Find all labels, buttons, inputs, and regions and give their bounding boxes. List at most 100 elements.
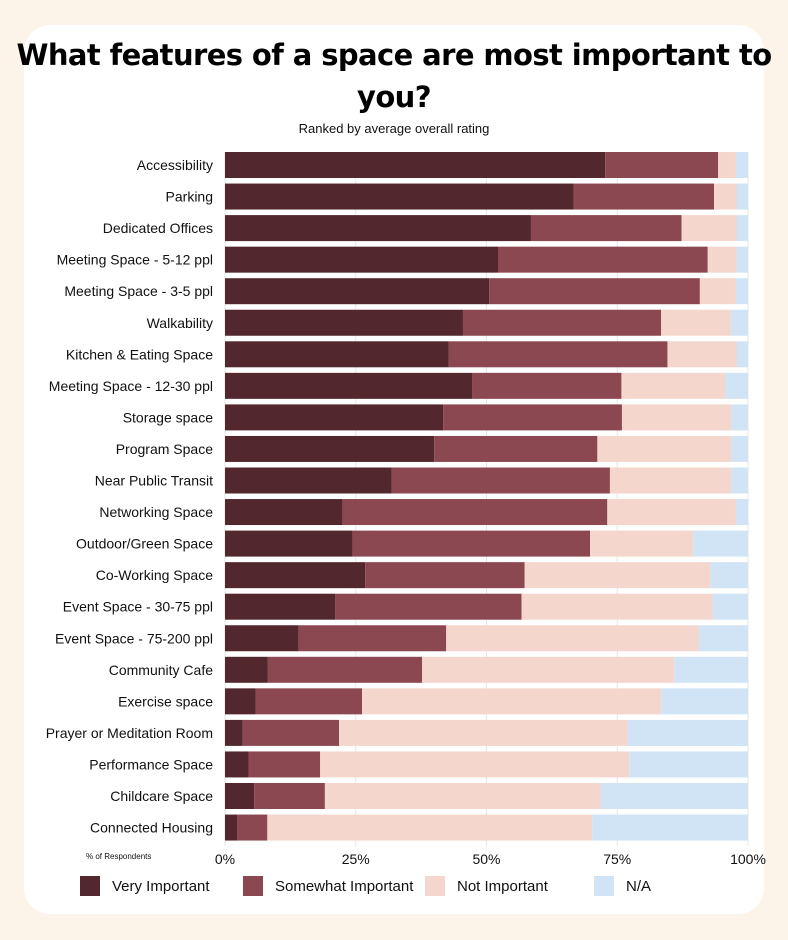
x-tick-label: 25% (342, 851, 370, 867)
bar-segment (681, 215, 738, 242)
bar-segment (248, 751, 321, 778)
bar-segment (255, 688, 363, 715)
bar-segment (661, 309, 731, 336)
category-label: Co-Working Space (96, 567, 213, 583)
bar-segment (298, 625, 447, 652)
category-label: Connected Housing (90, 820, 213, 836)
bar-segment (267, 814, 593, 841)
bar-segment (730, 309, 748, 336)
bar-segment (225, 688, 256, 715)
category-label: Accessibility (137, 157, 213, 173)
bar-segment (225, 562, 366, 589)
bar-segment (735, 499, 748, 526)
bar-segment (446, 625, 699, 652)
legend-swatch (594, 876, 614, 896)
bar-segment (731, 435, 748, 462)
category-label: Prayer or Meditation Room (46, 725, 213, 741)
bar-segment (714, 183, 738, 210)
stacked-bar-chart: Accessibility Parking Dedicated Offices Mee… (46, 152, 766, 867)
bar-segment (324, 783, 602, 809)
bar-segment (621, 404, 732, 431)
category-label: Meeting Space - 3-5 ppl (64, 283, 213, 299)
bar-segment (707, 246, 737, 273)
bar-segment (242, 719, 340, 746)
bar-segment (674, 656, 748, 683)
bar-segment (225, 783, 255, 809)
bar-segment (667, 341, 738, 368)
bar-segment (462, 309, 662, 336)
legend-swatch (80, 876, 100, 896)
x-tick-label: 75% (603, 851, 631, 867)
bar-segment (737, 183, 748, 210)
bar-segment (225, 530, 353, 557)
bar-segment (391, 467, 610, 494)
bar-segment (448, 341, 668, 368)
bar-segment (422, 656, 675, 683)
bar-segment (724, 372, 748, 399)
bar-segment (712, 593, 748, 620)
bar-segment (661, 688, 748, 715)
bar-segment (225, 183, 574, 210)
bar-segment (237, 814, 268, 841)
bar-segment (225, 435, 435, 462)
category-label: Event Space - 75-200 ppl (55, 630, 213, 646)
category-label: Meeting Space - 12-30 ppl (49, 378, 213, 394)
bar-segment (609, 467, 732, 494)
category-label: Meeting Space - 5-12 ppl (57, 252, 213, 268)
legend-item-not-important: Not Important (425, 876, 548, 896)
bar-segment (698, 625, 748, 652)
bar-segment (592, 814, 748, 841)
bar-segment (225, 341, 449, 368)
bar-segment (225, 593, 336, 620)
bar-segment (225, 656, 268, 683)
category-label: Walkability (147, 315, 213, 331)
bar-segment (737, 341, 748, 368)
bar-segment (443, 404, 622, 431)
category-label: Networking Space (99, 504, 213, 520)
category-label: Exercise space (118, 693, 213, 709)
bar-segment (498, 246, 708, 273)
legend-label: Somewhat Important (275, 877, 414, 895)
bar-segment (434, 435, 598, 462)
category-label: Parking (166, 189, 213, 205)
bar-segment (225, 246, 499, 273)
bar-segment (267, 656, 423, 683)
bar-segment (699, 278, 736, 305)
bar-segment (352, 530, 591, 557)
bar-segment (735, 278, 748, 305)
legend-item-very-important: Very Important (80, 876, 210, 896)
bar-segment (590, 530, 694, 557)
legend-item-na: N/A (594, 876, 651, 896)
legend-label: Not Important (457, 877, 548, 895)
bar-segment (693, 530, 748, 557)
category-label: Dedicated Offices (103, 220, 213, 236)
x-tick-label: 100% (730, 851, 766, 867)
category-label: Performance Space (89, 756, 213, 772)
x-tick-label: 50% (472, 851, 500, 867)
legend-label: N/A (626, 877, 652, 895)
bar-segment (731, 404, 748, 431)
x-tick-label: 0% (215, 851, 235, 867)
category-label: Event Space - 30-75 ppl (63, 599, 213, 615)
category-label: Program Space (116, 441, 213, 457)
bar-segment (731, 467, 748, 494)
legend-item-somewhat-important: Somewhat Important (243, 876, 413, 896)
bar-segment (735, 152, 748, 178)
bar-segment (530, 215, 682, 242)
bar-segment (627, 719, 748, 746)
category-label: Outdoor/Green Space (76, 536, 213, 552)
bar-segment (489, 278, 700, 305)
legend-label: Very Important (112, 877, 210, 895)
legend-swatch (243, 876, 263, 896)
bar-segment (601, 783, 748, 809)
bar-segment (573, 183, 715, 210)
bar-segment (342, 499, 608, 526)
bar-segment (225, 215, 531, 242)
bar-segment (718, 152, 736, 178)
bar-segment (254, 783, 325, 809)
legend: Very Important Somewhat Important Not Im… (0, 876, 788, 900)
bar-segment (605, 152, 719, 178)
bar-segment (736, 246, 748, 273)
bar-segment (472, 372, 622, 399)
category-label: Community Cafe (109, 662, 213, 678)
